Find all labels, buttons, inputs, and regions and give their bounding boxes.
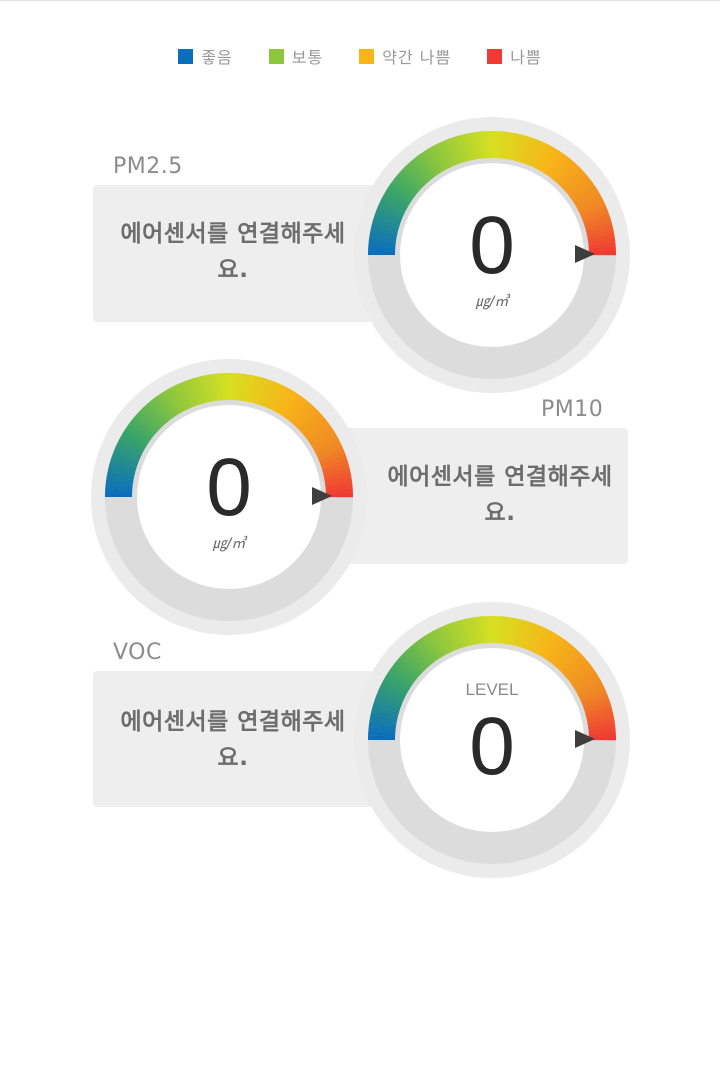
gauge-unit-pm10: ㎍/㎥ [212,536,246,552]
gauge-value-voc: 0 [469,701,515,792]
gauge-level-label-voc: LEVEL [465,680,519,699]
top-divider [0,0,720,1]
gauge-pm25: 0 ㎍/㎥ [352,115,632,395]
gauge-value-pm25: 0 [469,200,515,291]
sensor-title-pm25: PM2.5 [113,154,183,179]
legend-swatch-bad [487,48,503,64]
legend-label-slightly-bad: 약간 나쁨 [382,48,452,67]
sensor-title-voc: VOC [113,640,162,665]
legend-item-good: 좋음 [178,44,232,68]
legend-label-normal: 보통 [291,48,324,67]
legend-swatch-slightly-bad [359,48,375,64]
gauge-value-pm10: 0 [206,442,252,533]
gauge-voc: LEVEL 0 [352,600,632,880]
gauge-pm10: 0 ㎍/㎥ [89,357,369,637]
legend-swatch-normal [268,48,284,64]
gauge-unit-pm25: ㎍/㎥ [475,294,509,310]
legend-item-normal: 보통 [268,44,324,68]
sensor-message-pm10: 에어센서를 연결해주세요. [387,464,613,526]
sensor-message-pm25: 에어센서를 연결해주세요. [120,221,346,283]
sensor-title-pm10: PM10 [541,397,604,422]
legend-label-bad: 나쁨 [510,48,542,67]
legend-label-good: 좋음 [201,48,233,67]
sensor-message-voc: 에어센서를 연결해주세요. [120,709,346,771]
legend-item-bad: 나쁨 [487,44,541,68]
legend-item-slightly-bad: 약간 나쁨 [359,44,451,68]
air-quality-legend: 좋음 보통 약간 나쁨 나쁨 [0,44,720,68]
legend-swatch-good [178,48,194,64]
